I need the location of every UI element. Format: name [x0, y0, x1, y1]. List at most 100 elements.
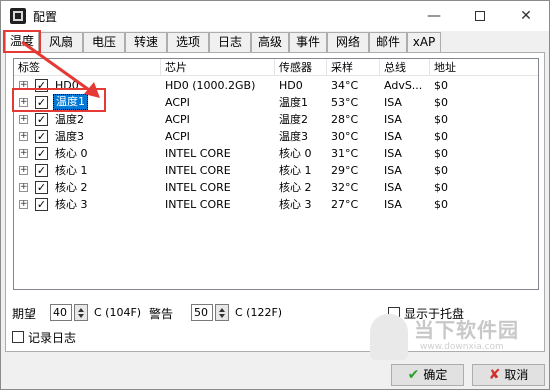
watermark-url: www.downxia.com	[420, 342, 504, 352]
row-cell-addr: $0	[434, 79, 448, 92]
desired-label: 期望	[12, 307, 37, 321]
row-checkbox[interactable]: ✓	[35, 113, 48, 126]
row-cell-addr: $0	[434, 181, 448, 194]
row-checkbox[interactable]: ✓	[35, 181, 48, 194]
row-cell-bus: ISA	[384, 198, 402, 211]
tab-options[interactable]: 选项	[167, 32, 209, 53]
row-cell-sample: 34°C	[331, 79, 359, 92]
row-cell-sensor: 核心 2	[279, 181, 312, 194]
tab-xap[interactable]: xAP	[407, 32, 441, 53]
expand-icon[interactable]: +	[19, 115, 28, 124]
row-cell-addr: $0	[434, 96, 448, 109]
ok-button[interactable]: ✔ 确定	[391, 364, 464, 386]
row-cell-chip: INTEL CORE	[165, 181, 231, 194]
row-cell-chip: ACPI	[165, 96, 190, 109]
row-cell-chip: INTEL CORE	[165, 147, 231, 160]
row-cell-sensor: 核心 3	[279, 198, 312, 211]
row-cell-chip: ACPI	[165, 130, 190, 143]
row-cell-sample: 31°C	[331, 147, 359, 160]
table-row[interactable]: + ✓ 核心 3 INTEL CORE 核心 3 27°C ISA $0	[14, 196, 538, 213]
table-row[interactable]: + ✓ 温度2 ACPI 温度2 28°C ISA $0	[14, 111, 538, 128]
expand-icon[interactable]: +	[19, 166, 28, 175]
close-button[interactable]: ✕	[503, 1, 549, 31]
spin-down-icon	[219, 314, 225, 318]
tab-fan[interactable]: 风扇	[39, 32, 83, 53]
row-cell-sensor: 核心 0	[279, 147, 312, 160]
spin-down-icon	[78, 314, 84, 318]
row-cell-sample: 30°C	[331, 130, 359, 143]
window-title: 配置	[33, 10, 58, 24]
title-bar: 配置 — ✕	[1, 1, 549, 31]
row-label[interactable]: 核心 1	[53, 162, 90, 179]
watermark-brand: 当下软件园	[414, 318, 519, 342]
warning-unit: C (122F)	[235, 306, 283, 319]
table-row[interactable]: + ✓ 核心 2 INTEL CORE 核心 2 32°C ISA $0	[14, 179, 538, 196]
row-cell-sensor: 温度2	[279, 113, 308, 126]
tab-speed[interactable]: 转速	[125, 32, 167, 53]
column-header-chip[interactable]: 芯片	[161, 59, 275, 76]
column-header-address[interactable]: 地址	[430, 59, 538, 76]
row-checkbox[interactable]: ✓	[35, 147, 48, 160]
row-checkbox[interactable]: ✓	[35, 164, 48, 177]
watermark-logo-icon	[370, 314, 408, 360]
check-icon: ✔	[407, 367, 420, 383]
minimize-button[interactable]: —	[411, 1, 457, 31]
maximize-button[interactable]	[457, 1, 503, 31]
row-cell-sensor: 温度1	[279, 96, 308, 109]
warning-temp-input[interactable]: 50	[191, 304, 213, 321]
row-cell-sample: 32°C	[331, 181, 359, 194]
log-label: 记录日志	[28, 331, 77, 345]
desired-temp-input[interactable]: 40	[50, 304, 72, 321]
row-cell-sample: 28°C	[331, 113, 359, 126]
column-header-sample[interactable]: 采样	[327, 59, 380, 76]
log-checkbox[interactable]	[12, 331, 24, 343]
cancel-button[interactable]: ✘ 取消	[472, 364, 545, 386]
tab-mail[interactable]: 邮件	[369, 32, 407, 53]
warning-label: 警告	[149, 307, 174, 321]
row-cell-addr: $0	[434, 198, 448, 211]
row-label[interactable]: 温度3	[53, 128, 86, 145]
column-header-bus[interactable]: 总线	[380, 59, 430, 76]
spin-up-icon	[78, 308, 84, 312]
row-cell-addr: $0	[434, 130, 448, 143]
row-checkbox[interactable]: ✓	[35, 130, 48, 143]
tab-bar: 温度 风扇 电压 转速 选项 日志 高级 事件 网络 邮件 xAP	[5, 30, 545, 53]
row-label[interactable]: 核心 3	[53, 196, 90, 213]
warning-temp-spinner[interactable]	[215, 304, 229, 321]
table-row[interactable]: + ✓ 核心 1 INTEL CORE 核心 1 29°C ISA $0	[14, 162, 538, 179]
row-cell-addr: $0	[434, 164, 448, 177]
row-label[interactable]: 核心 2	[53, 179, 90, 196]
tab-advanced[interactable]: 高级	[251, 32, 289, 53]
table-row[interactable]: + ✓ 核心 0 INTEL CORE 核心 0 31°C ISA $0	[14, 145, 538, 162]
row-cell-chip: INTEL CORE	[165, 164, 231, 177]
row-label[interactable]: 温度2	[53, 111, 86, 128]
row-label[interactable]: 核心 0	[53, 145, 90, 162]
column-header-label[interactable]: 标签	[14, 59, 161, 76]
expand-icon[interactable]: +	[19, 149, 28, 158]
list-header: 标签 芯片 传感器 采样 总线 地址	[14, 59, 538, 76]
expand-icon[interactable]: +	[19, 183, 28, 192]
expand-icon[interactable]: +	[19, 132, 28, 141]
tab-events[interactable]: 事件	[289, 32, 327, 53]
tab-network[interactable]: 网络	[327, 32, 369, 53]
cancel-label: 取消	[504, 368, 529, 382]
tab-log[interactable]: 日志	[209, 32, 251, 53]
row-cell-sample: 27°C	[331, 198, 359, 211]
watermark: 当下软件园 www.downxia.com	[370, 312, 545, 372]
expand-icon[interactable]: +	[19, 200, 28, 209]
row-cell-sample: 53°C	[331, 96, 359, 109]
tab-temperature[interactable]: 温度	[5, 30, 39, 53]
table-row[interactable]: + ✓ 温度3 ACPI 温度3 30°C ISA $0	[14, 128, 538, 145]
desired-temp-spinner[interactable]	[74, 304, 88, 321]
row-checkbox[interactable]: ✓	[35, 198, 48, 211]
row-cell-sensor: 温度3	[279, 130, 308, 143]
row-cell-bus: ISA	[384, 113, 402, 126]
column-header-sensor[interactable]: 传感器	[275, 59, 327, 76]
row-annotation-box	[12, 88, 106, 112]
row-cell-sensor: HD0	[279, 79, 303, 92]
row-cell-bus: ISA	[384, 147, 402, 160]
row-cell-bus: ISA	[384, 181, 402, 194]
row-cell-sample: 29°C	[331, 164, 359, 177]
tab-voltage[interactable]: 电压	[83, 32, 125, 53]
desired-unit: C (104F)	[94, 306, 142, 319]
